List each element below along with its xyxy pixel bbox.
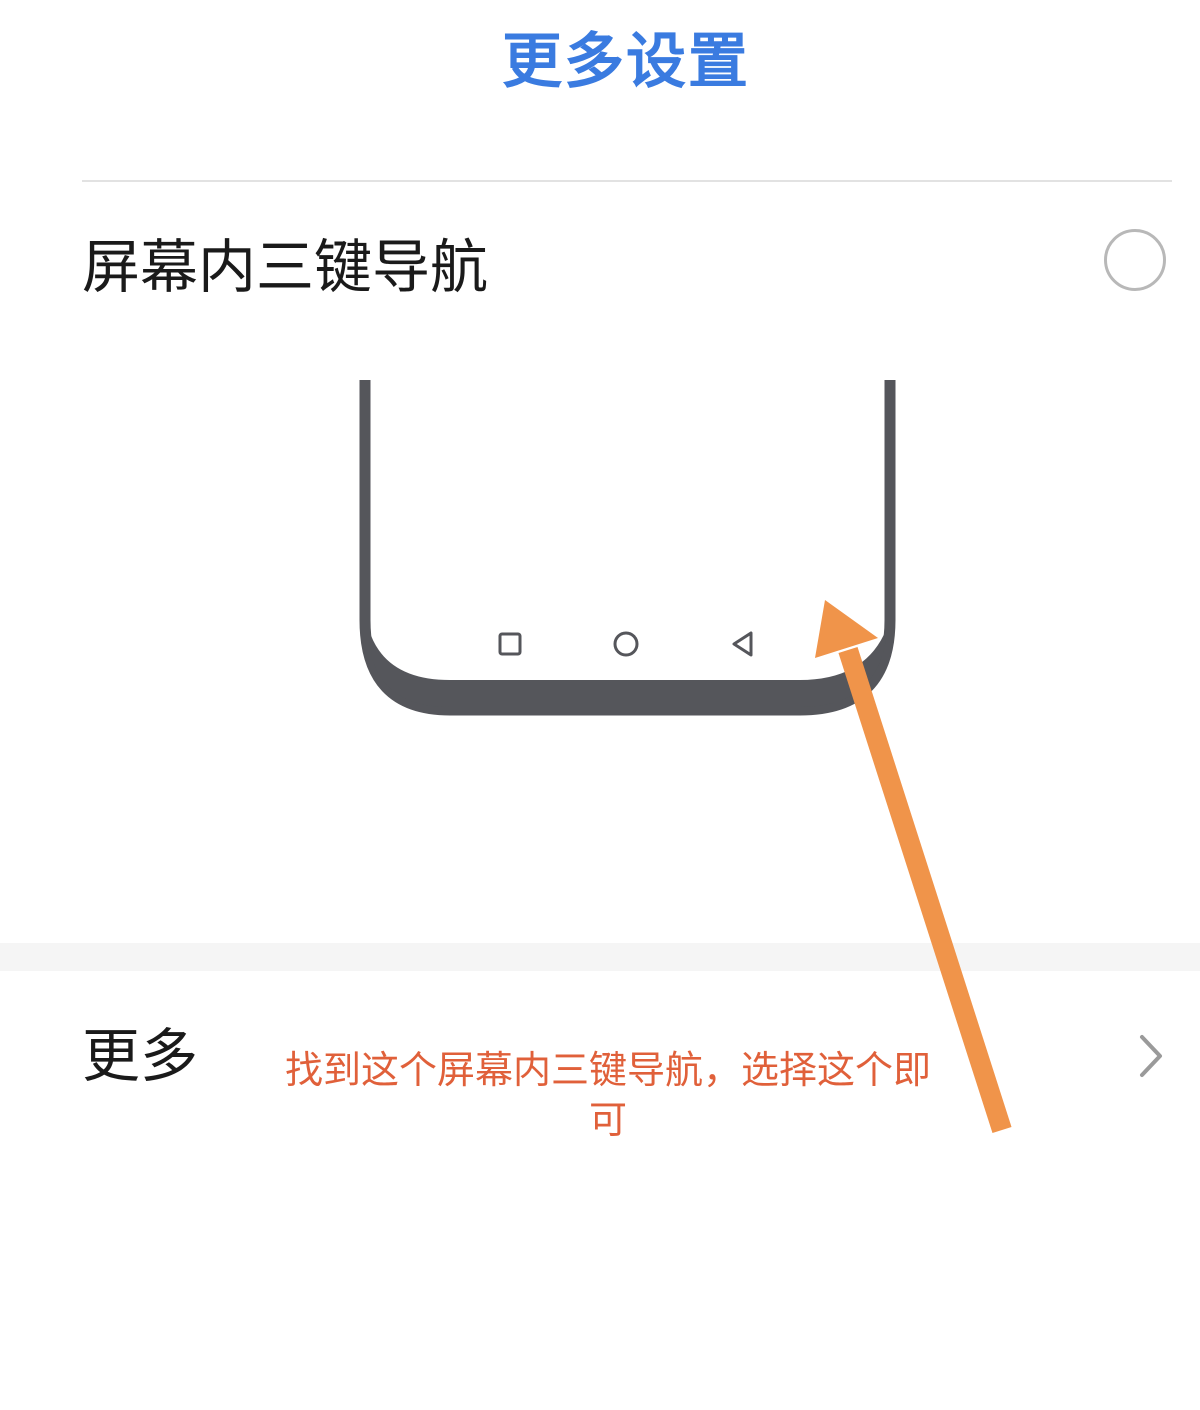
page-title: 更多设置 bbox=[502, 27, 750, 97]
more-label: 更多 bbox=[82, 1022, 199, 1090]
recent-apps-square-icon bbox=[498, 632, 522, 656]
three-key-navigation-option[interactable]: 屏幕内三键导航 bbox=[0, 182, 1200, 352]
settings-page: 更多设置 屏幕内三键导航 更多 找到这个屏幕内三键导航，选择这个即可 bbox=[0, 0, 1200, 1410]
three-key-navigation-label: 屏幕内三键导航 bbox=[82, 233, 489, 301]
home-circle-icon bbox=[613, 631, 639, 657]
navigation-preview-illustration bbox=[359, 380, 896, 716]
three-key-navigation-radio[interactable] bbox=[1104, 229, 1166, 291]
back-triangle-icon bbox=[732, 631, 753, 657]
section-divider bbox=[0, 943, 1200, 971]
phone-frame-outline bbox=[359, 380, 896, 716]
annotation-text: 找到这个屏幕内三键导航，选择这个即可 bbox=[284, 1048, 931, 1142]
chevron-right-icon bbox=[1140, 1035, 1162, 1077]
phone-frame-bottom-thick bbox=[369, 630, 886, 707]
